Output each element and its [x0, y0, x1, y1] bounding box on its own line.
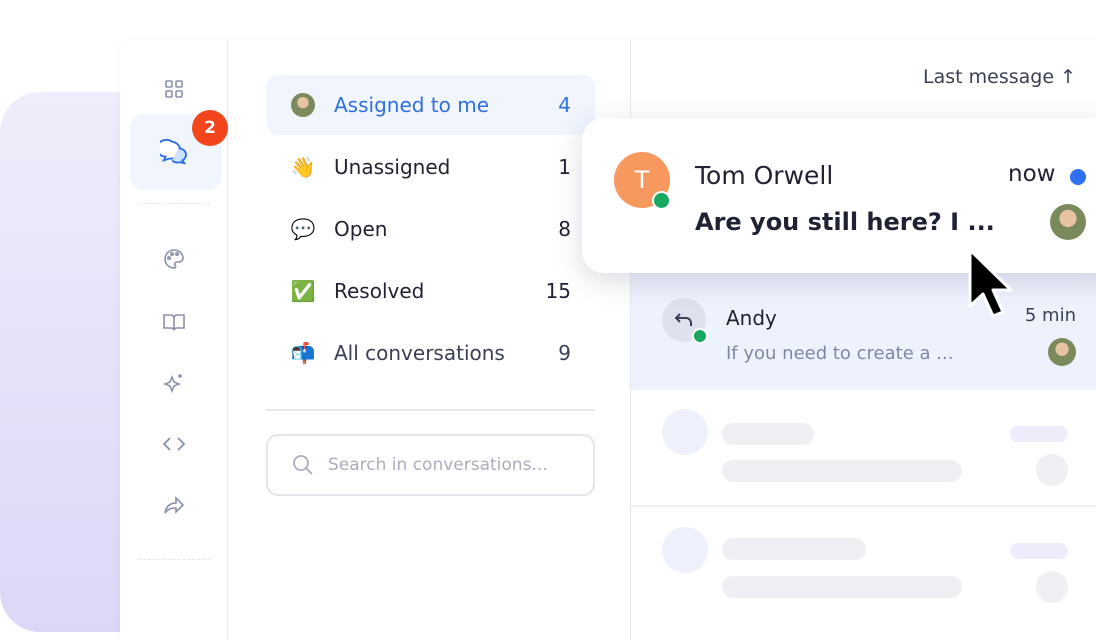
assignee-avatar	[1048, 338, 1076, 366]
chat-icon[interactable]	[160, 138, 188, 166]
online-indicator	[652, 191, 671, 210]
filter-assigned-to-me[interactable]: Assigned to me 4	[266, 75, 595, 135]
contact-name: Tom Orwell	[695, 161, 834, 190]
search-box[interactable]	[266, 434, 595, 496]
unread-badge: 2	[192, 110, 228, 146]
search-icon	[293, 455, 313, 475]
avatar	[290, 92, 316, 118]
unread-dot	[1070, 169, 1086, 185]
placeholder-line	[1010, 543, 1068, 559]
placeholder-line	[722, 460, 962, 482]
conversation-row[interactable]: Andy 5 min If you need to create a ...	[631, 272, 1096, 390]
placeholder-avatar	[662, 527, 708, 573]
palette-icon[interactable]	[160, 245, 188, 273]
mouse-cursor-icon	[968, 248, 1013, 318]
filter-list: Assigned to me 4 👋 Unassigned 1 💬 Open 8 ✅ Res…	[228, 40, 631, 640]
search-input[interactable]	[328, 455, 588, 475]
code-icon[interactable]	[160, 430, 188, 458]
filter-open[interactable]: 💬 Open 8	[266, 199, 595, 259]
placeholder-avatar	[662, 409, 708, 455]
timestamp: now	[1008, 161, 1056, 187]
placeholder-avatar	[1036, 571, 1068, 603]
placeholder-avatar	[1036, 454, 1068, 486]
sidebar-rail: 2	[120, 40, 228, 640]
filter-all-conversations[interactable]: 📬 All conversations 9	[266, 323, 595, 383]
sparkles-icon[interactable]	[160, 369, 188, 397]
filter-unassigned[interactable]: 👋 Unassigned 1	[266, 137, 595, 197]
check-mark-icon: ✅	[290, 279, 316, 303]
divider	[138, 559, 210, 560]
mailbox-icon: 📬	[290, 341, 316, 365]
divider	[631, 505, 1096, 507]
placeholder-line	[722, 576, 962, 598]
assignee-avatar	[1050, 204, 1086, 240]
divider	[138, 203, 210, 204]
conversation-card-highlighted[interactable]: T Tom Orwell now Are you still here? I .…	[582, 118, 1096, 273]
message-preview: If you need to create a ...	[726, 343, 954, 364]
share-icon[interactable]	[160, 492, 188, 520]
timestamp: 5 min	[1024, 305, 1076, 326]
placeholder-line	[722, 538, 866, 560]
waving-hand-icon: 👋	[290, 155, 316, 179]
sort-button[interactable]: Last message ↑	[923, 66, 1076, 88]
filter-resolved[interactable]: ✅ Resolved 15	[266, 261, 595, 321]
placeholder-line	[722, 423, 814, 445]
divider	[266, 409, 595, 411]
grid-icon[interactable]	[160, 75, 188, 103]
contact-name: Andy	[726, 306, 777, 330]
book-icon[interactable]	[160, 308, 188, 336]
online-indicator	[692, 328, 708, 344]
message-preview: Are you still here? I ...	[695, 208, 995, 236]
placeholder-line	[1010, 426, 1068, 442]
speech-bubble-icon: 💬	[290, 217, 316, 241]
